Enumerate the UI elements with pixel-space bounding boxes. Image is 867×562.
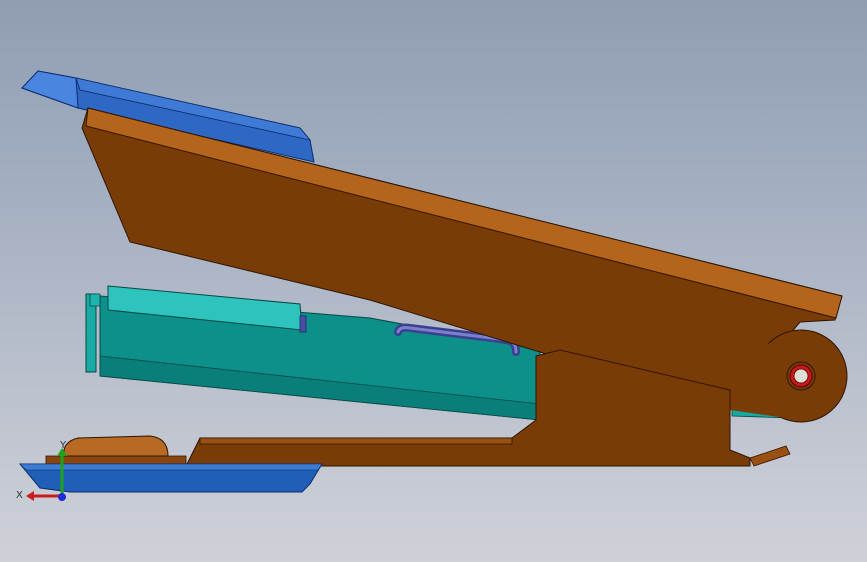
- coordinate-triad: X Y: [16, 440, 67, 501]
- graphics-viewport[interactable]: X Y: [0, 0, 867, 562]
- x-axis-label: X: [16, 490, 23, 501]
- z-axis-dot: [58, 493, 66, 501]
- pivot-pin[interactable]: [786, 361, 816, 391]
- y-axis-label: Y: [59, 440, 67, 451]
- anvil-pad[interactable]: [63, 435, 169, 457]
- stapler-model[interactable]: [0, 0, 867, 562]
- x-axis-head: [26, 491, 34, 501]
